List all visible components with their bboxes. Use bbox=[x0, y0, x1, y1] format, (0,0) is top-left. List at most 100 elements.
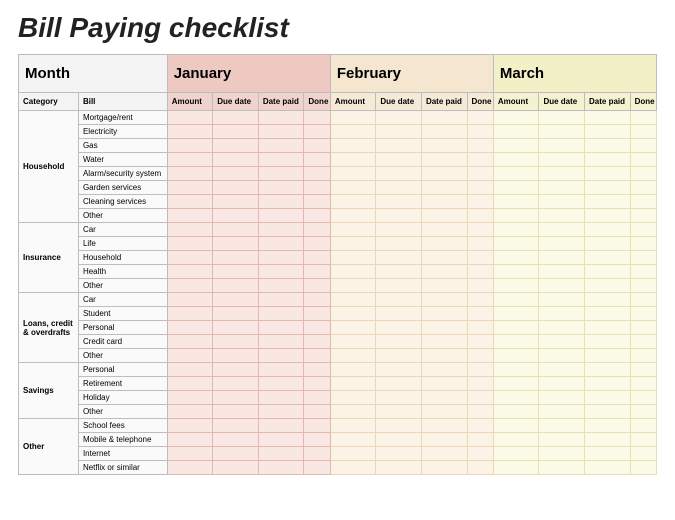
value-cell[interactable] bbox=[304, 195, 330, 209]
value-cell[interactable] bbox=[585, 195, 631, 209]
value-cell[interactable] bbox=[467, 209, 493, 223]
value-cell[interactable] bbox=[213, 335, 259, 349]
value-cell[interactable] bbox=[258, 433, 304, 447]
value-cell[interactable] bbox=[330, 125, 376, 139]
value-cell[interactable] bbox=[630, 321, 656, 335]
value-cell[interactable] bbox=[630, 251, 656, 265]
value-cell[interactable] bbox=[304, 251, 330, 265]
value-cell[interactable] bbox=[630, 209, 656, 223]
value-cell[interactable] bbox=[467, 251, 493, 265]
value-cell[interactable] bbox=[258, 405, 304, 419]
value-cell[interactable] bbox=[213, 363, 259, 377]
value-cell[interactable] bbox=[376, 195, 422, 209]
value-cell[interactable] bbox=[585, 391, 631, 405]
value-cell[interactable] bbox=[304, 279, 330, 293]
value-cell[interactable] bbox=[585, 321, 631, 335]
value-cell[interactable] bbox=[493, 181, 539, 195]
value-cell[interactable] bbox=[539, 433, 585, 447]
value-cell[interactable] bbox=[630, 447, 656, 461]
value-cell[interactable] bbox=[167, 321, 213, 335]
value-cell[interactable] bbox=[213, 223, 259, 237]
value-cell[interactable] bbox=[376, 251, 422, 265]
value-cell[interactable] bbox=[585, 405, 631, 419]
value-cell[interactable] bbox=[539, 377, 585, 391]
value-cell[interactable] bbox=[376, 153, 422, 167]
value-cell[interactable] bbox=[585, 279, 631, 293]
value-cell[interactable] bbox=[330, 391, 376, 405]
value-cell[interactable] bbox=[258, 139, 304, 153]
value-cell[interactable] bbox=[585, 433, 631, 447]
value-cell[interactable] bbox=[467, 293, 493, 307]
value-cell[interactable] bbox=[167, 223, 213, 237]
value-cell[interactable] bbox=[258, 111, 304, 125]
value-cell[interactable] bbox=[539, 321, 585, 335]
value-cell[interactable] bbox=[467, 265, 493, 279]
value-cell[interactable] bbox=[213, 139, 259, 153]
value-cell[interactable] bbox=[467, 181, 493, 195]
value-cell[interactable] bbox=[330, 153, 376, 167]
value-cell[interactable] bbox=[421, 237, 467, 251]
value-cell[interactable] bbox=[539, 181, 585, 195]
value-cell[interactable] bbox=[213, 433, 259, 447]
value-cell[interactable] bbox=[539, 195, 585, 209]
value-cell[interactable] bbox=[258, 195, 304, 209]
value-cell[interactable] bbox=[258, 265, 304, 279]
value-cell[interactable] bbox=[467, 321, 493, 335]
value-cell[interactable] bbox=[585, 181, 631, 195]
value-cell[interactable] bbox=[467, 167, 493, 181]
value-cell[interactable] bbox=[421, 153, 467, 167]
value-cell[interactable] bbox=[630, 139, 656, 153]
value-cell[interactable] bbox=[539, 447, 585, 461]
value-cell[interactable] bbox=[258, 293, 304, 307]
value-cell[interactable] bbox=[376, 181, 422, 195]
value-cell[interactable] bbox=[376, 279, 422, 293]
value-cell[interactable] bbox=[304, 419, 330, 433]
value-cell[interactable] bbox=[304, 461, 330, 475]
value-cell[interactable] bbox=[539, 391, 585, 405]
value-cell[interactable] bbox=[467, 391, 493, 405]
value-cell[interactable] bbox=[330, 293, 376, 307]
value-cell[interactable] bbox=[630, 167, 656, 181]
value-cell[interactable] bbox=[467, 111, 493, 125]
value-cell[interactable] bbox=[304, 167, 330, 181]
value-cell[interactable] bbox=[493, 461, 539, 475]
value-cell[interactable] bbox=[585, 237, 631, 251]
value-cell[interactable] bbox=[167, 181, 213, 195]
value-cell[interactable] bbox=[421, 335, 467, 349]
value-cell[interactable] bbox=[376, 265, 422, 279]
value-cell[interactable] bbox=[630, 181, 656, 195]
value-cell[interactable] bbox=[539, 363, 585, 377]
value-cell[interactable] bbox=[213, 181, 259, 195]
value-cell[interactable] bbox=[585, 209, 631, 223]
value-cell[interactable] bbox=[376, 377, 422, 391]
value-cell[interactable] bbox=[585, 153, 631, 167]
value-cell[interactable] bbox=[330, 433, 376, 447]
value-cell[interactable] bbox=[167, 209, 213, 223]
value-cell[interactable] bbox=[421, 279, 467, 293]
value-cell[interactable] bbox=[213, 447, 259, 461]
value-cell[interactable] bbox=[167, 405, 213, 419]
value-cell[interactable] bbox=[421, 195, 467, 209]
value-cell[interactable] bbox=[167, 391, 213, 405]
value-cell[interactable] bbox=[376, 405, 422, 419]
value-cell[interactable] bbox=[630, 111, 656, 125]
value-cell[interactable] bbox=[467, 223, 493, 237]
value-cell[interactable] bbox=[376, 307, 422, 321]
value-cell[interactable] bbox=[539, 461, 585, 475]
value-cell[interactable] bbox=[467, 461, 493, 475]
value-cell[interactable] bbox=[585, 335, 631, 349]
value-cell[interactable] bbox=[421, 377, 467, 391]
value-cell[interactable] bbox=[213, 405, 259, 419]
value-cell[interactable] bbox=[585, 377, 631, 391]
value-cell[interactable] bbox=[258, 349, 304, 363]
value-cell[interactable] bbox=[467, 349, 493, 363]
value-cell[interactable] bbox=[421, 111, 467, 125]
value-cell[interactable] bbox=[467, 419, 493, 433]
value-cell[interactable] bbox=[376, 433, 422, 447]
value-cell[interactable] bbox=[585, 125, 631, 139]
value-cell[interactable] bbox=[539, 265, 585, 279]
value-cell[interactable] bbox=[304, 349, 330, 363]
value-cell[interactable] bbox=[493, 321, 539, 335]
value-cell[interactable] bbox=[376, 209, 422, 223]
value-cell[interactable] bbox=[167, 111, 213, 125]
